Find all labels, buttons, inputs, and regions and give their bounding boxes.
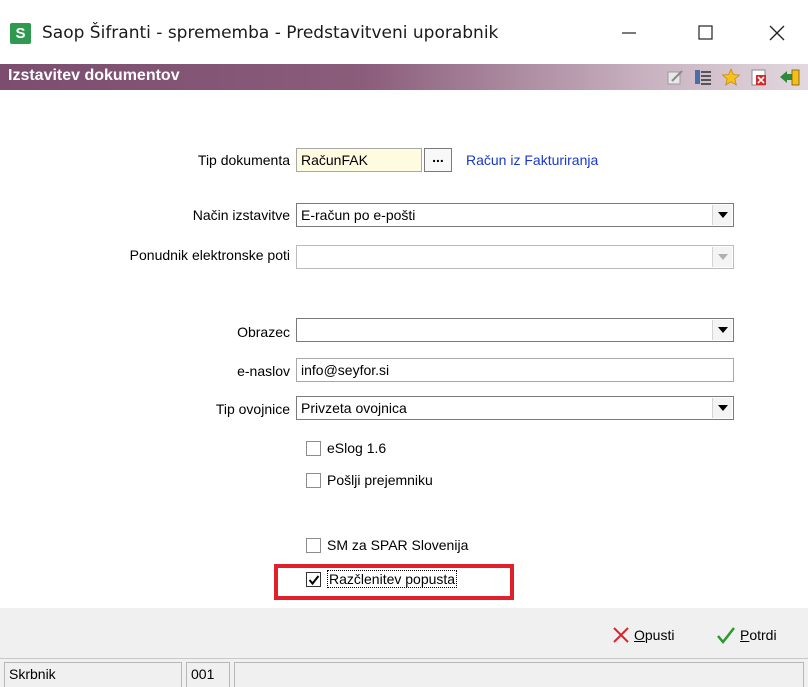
list-icon[interactable] — [694, 68, 712, 86]
chevron-down-icon[interactable] — [712, 398, 732, 418]
sm-spar-label: SM za SPAR Slovenija — [327, 537, 469, 553]
checkbox-box[interactable] — [306, 537, 321, 553]
minimize-button[interactable] — [614, 18, 644, 48]
dialog-footer: Opusti Potrdi — [0, 608, 808, 658]
chevron-down-icon[interactable] — [712, 320, 732, 340]
form-header: Izstavitev dokumentov — [0, 64, 808, 90]
status-bar: Skrbnik 001 — [0, 658, 808, 687]
highlight-box — [274, 564, 514, 600]
checkbox-box[interactable] — [306, 440, 321, 456]
nacin-izstavitve-value: E-račun po e-pošti — [301, 207, 416, 223]
chevron-down-icon[interactable] — [712, 205, 732, 225]
delete-icon[interactable] — [750, 68, 768, 86]
confirm-button[interactable]: Potrdi — [716, 626, 777, 644]
confirm-accel: P — [740, 627, 750, 643]
chevron-down-icon[interactable] — [712, 247, 732, 267]
ponudnik-label: Ponudnik elektronske poti — [129, 247, 290, 263]
tip-ovojnice-label: Tip ovojnice — [215, 401, 290, 417]
nacin-izstavitve-label: Način izstavitve — [192, 207, 290, 223]
edit-icon[interactable] — [666, 68, 684, 86]
status-extra — [234, 662, 804, 687]
app-icon: S — [10, 23, 31, 44]
star-icon[interactable] — [721, 67, 741, 86]
window-title: Saop Šifranti - sprememba - Predstavitve… — [42, 23, 499, 43]
obrazec-select[interactable] — [296, 318, 734, 342]
maximize-button[interactable] — [690, 18, 720, 48]
status-user: Skrbnik — [4, 662, 182, 687]
obrazec-label: Obrazec — [237, 324, 290, 340]
nacin-izstavitve-select[interactable]: E-račun po e-pošti — [296, 203, 734, 227]
tip-ovojnice-value: Privzeta ovojnica — [301, 400, 407, 416]
eslog-checkbox[interactable]: eSlog 1.6 — [306, 440, 386, 456]
poslji-prejemniku-checkbox[interactable]: Pošlji prejemniku — [306, 472, 433, 488]
checkmark-icon — [717, 627, 735, 644]
close-button[interactable] — [762, 18, 792, 48]
cancel-button[interactable]: Opusti — [612, 626, 674, 644]
sm-spar-checkbox[interactable]: SM za SPAR Slovenija — [306, 537, 468, 553]
tip-dokumenta-description: Račun iz Fakturiranja — [466, 152, 599, 168]
tip-dokumenta-browse-button[interactable]: ... — [424, 148, 452, 172]
exit-icon[interactable] — [779, 68, 800, 86]
form-content: Tip dokumenta RačunFAK ... Račun iz Fakt… — [0, 90, 808, 608]
form-title: Izstavitev dokumentov — [8, 67, 180, 84]
status-code: 001 — [186, 662, 230, 687]
confirm-label: otrdi — [749, 627, 777, 643]
tip-dokumenta-field[interactable]: RačunFAK — [296, 148, 422, 172]
close-icon — [613, 627, 629, 643]
e-naslov-label: e-naslov — [237, 363, 290, 379]
e-naslov-input[interactable]: info@seyfor.si — [296, 358, 734, 382]
cancel-accel: O — [634, 627, 645, 643]
tip-ovojnice-select[interactable]: Privzeta ovojnica — [296, 396, 734, 420]
cancel-label: pusti — [644, 627, 675, 643]
checkbox-box[interactable] — [306, 472, 321, 488]
tip-dokumenta-label: Tip dokumenta — [197, 152, 290, 168]
ponudnik-select[interactable] — [296, 245, 734, 269]
eslog-label: eSlog 1.6 — [327, 440, 387, 456]
window-titlebar: S Saop Šifranti - sprememba - Predstavit… — [0, 0, 808, 64]
poslji-prejemniku-label: Pošlji prejemniku — [327, 472, 433, 488]
